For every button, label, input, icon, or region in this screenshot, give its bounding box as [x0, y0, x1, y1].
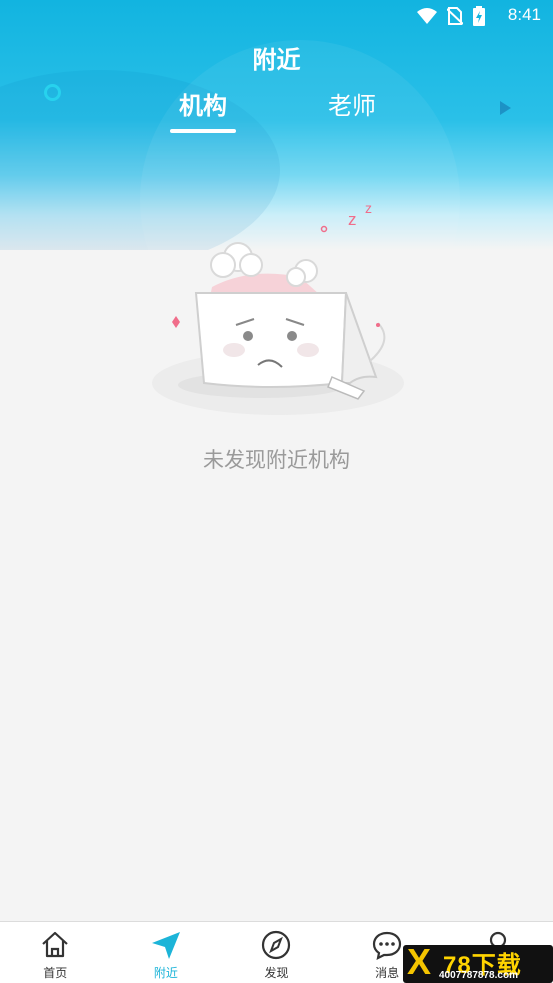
- watermark-url: 4007787878.com: [439, 970, 518, 981]
- watermark-logo: X 78下载 4007787878.com: [403, 945, 553, 983]
- compass-icon: [262, 930, 291, 960]
- status-bar: 8:41: [0, 0, 553, 30]
- navigation-arrow-icon: [151, 932, 180, 959]
- nav-label-home: 首页: [43, 966, 68, 980]
- nav-item-discover[interactable]: 发现: [221, 922, 332, 983]
- empty-state-message: 未发现附近机构: [203, 448, 350, 472]
- active-tab-indicator: [170, 129, 236, 133]
- home-icon: [42, 931, 69, 958]
- battery-charging-icon: [473, 6, 485, 26]
- no-sim-icon: [447, 7, 463, 25]
- status-icons: [417, 6, 485, 26]
- nav-item-home[interactable]: 首页: [0, 922, 111, 983]
- nav-label-discover: 发现: [264, 966, 289, 980]
- nav-label-nearby: 附近: [153, 966, 178, 980]
- empty-box-illustration: z z: [152, 200, 404, 415]
- tab-institutions[interactable]: 机构: [143, 86, 263, 121]
- page-title: 附近: [252, 46, 301, 74]
- nav-label-messages: 消息: [375, 966, 400, 980]
- nav-item-nearby[interactable]: 附近: [111, 922, 222, 983]
- wifi-icon: [417, 8, 437, 24]
- svg-text:z: z: [365, 200, 372, 216]
- tab-teachers[interactable]: 老师: [292, 86, 412, 121]
- watermark-x-icon: X: [407, 945, 432, 982]
- decor-ring-icon: [44, 84, 61, 101]
- status-time: 8:41: [507, 5, 541, 24]
- decor-triangle-icon: [500, 101, 511, 115]
- svg-text:z: z: [348, 210, 357, 229]
- chat-bubble-icon: [372, 931, 402, 960]
